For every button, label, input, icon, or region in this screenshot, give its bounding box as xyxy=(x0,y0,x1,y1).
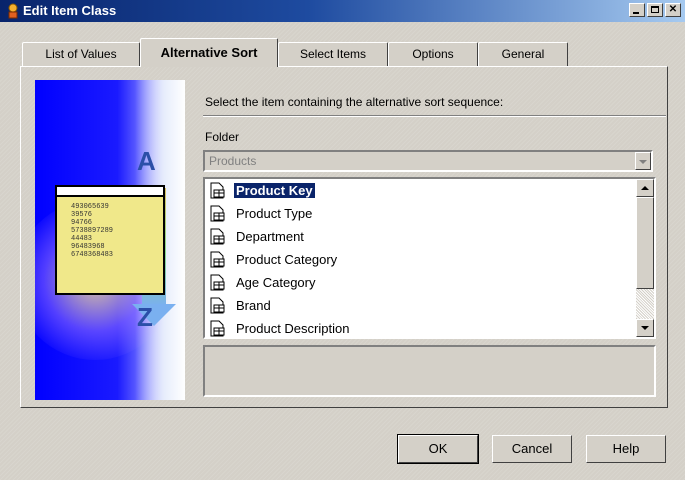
chevron-down-icon xyxy=(639,160,647,164)
tab-general[interactable]: General xyxy=(478,42,568,66)
card-numbers: 493065639 39576 94766 5738897289 44483 9… xyxy=(71,203,113,259)
data-card-icon: 493065639 39576 94766 5738897289 44483 9… xyxy=(55,185,165,295)
card-line: 493065639 xyxy=(71,203,109,211)
list-item[interactable]: Department xyxy=(205,225,636,248)
scroll-up-button[interactable] xyxy=(636,179,654,197)
cancel-button[interactable]: Cancel xyxy=(492,435,572,463)
instruction-text: Select the item containing the alternati… xyxy=(205,95,504,109)
list-item-label: Age Category xyxy=(236,275,316,290)
arrow-down-icon xyxy=(641,326,649,330)
item-list-content: Product Key Product Type Department Product… xyxy=(205,179,636,337)
title-bar[interactable]: Edit Item Class ✕ xyxy=(0,0,685,22)
minimize-icon xyxy=(633,12,639,14)
folder-label: Folder xyxy=(205,130,239,144)
letter-z: Z xyxy=(137,302,153,332)
list-item[interactable]: Product Description xyxy=(205,317,636,337)
cancel-label: Cancel xyxy=(511,441,553,456)
close-icon: ✕ xyxy=(668,4,678,15)
item-class-icon xyxy=(8,3,18,19)
list-scrollbar[interactable] xyxy=(636,179,654,337)
scroll-thumb[interactable] xyxy=(636,197,654,289)
card-header xyxy=(57,187,163,197)
list-item[interactable]: Product Category xyxy=(205,248,636,271)
item-icon xyxy=(210,228,225,245)
card-line: 39576 xyxy=(71,211,93,219)
tab-label: Alternative Sort xyxy=(160,45,258,60)
edit-item-class-dialog: Edit Item Class ✕ List of Values Alterna… xyxy=(0,0,685,480)
item-icon xyxy=(210,251,225,268)
tab-label: Select Items xyxy=(299,47,367,61)
list-item-label: Product Description xyxy=(236,321,350,336)
letter-a: A xyxy=(137,146,156,176)
tab-options[interactable]: Options xyxy=(388,42,478,66)
maximize-icon xyxy=(651,6,659,13)
scroll-down-button[interactable] xyxy=(636,319,654,337)
item-description-box xyxy=(203,345,656,397)
item-icon xyxy=(210,297,225,314)
ok-label: OK xyxy=(428,441,448,456)
close-button[interactable]: ✕ xyxy=(665,3,681,17)
list-item[interactable]: Product Key xyxy=(205,179,636,202)
tab-list-of-values[interactable]: List of Values xyxy=(22,42,140,66)
item-icon xyxy=(210,320,225,337)
tab-label: List of Values xyxy=(45,47,117,61)
item-icon xyxy=(210,274,225,291)
maximize-button[interactable] xyxy=(647,3,663,17)
tab-alternative-sort[interactable]: Alternative Sort xyxy=(140,38,278,67)
separator xyxy=(203,115,666,117)
list-item-label: Department xyxy=(236,229,304,244)
card-line: 94766 xyxy=(71,219,93,227)
window-title: Edit Item Class xyxy=(23,3,117,18)
item-icon xyxy=(210,205,225,222)
card-line: 96483968 xyxy=(71,243,105,251)
folder-value: Products xyxy=(209,154,257,168)
list-item[interactable]: Product Type xyxy=(205,202,636,225)
ok-button[interactable]: OK xyxy=(397,434,479,464)
list-item-label: Product Key xyxy=(233,182,316,199)
help-label: Help xyxy=(612,441,640,456)
card-line: 5738897289 xyxy=(71,227,114,235)
list-item-label: Product Category xyxy=(236,252,338,267)
item-list[interactable]: Product Key Product Type Department Product… xyxy=(203,177,656,339)
help-button[interactable]: Help xyxy=(586,435,666,463)
list-item-label: Product Type xyxy=(236,206,313,221)
minimize-button[interactable] xyxy=(629,3,645,17)
sort-illustration: 493065639 39576 94766 5738897289 44483 9… xyxy=(35,80,185,400)
folder-label-text: Folder xyxy=(205,130,240,144)
list-item[interactable]: Brand xyxy=(205,294,636,317)
list-item[interactable]: Age Category xyxy=(205,271,636,294)
card-line: 6748368483 xyxy=(71,251,114,259)
list-item-label: Brand xyxy=(236,298,271,313)
folder-dropdown-button[interactable] xyxy=(635,152,651,170)
tab-select-items[interactable]: Select Items xyxy=(278,42,388,66)
tab-label: General xyxy=(501,47,545,61)
tab-label: Options xyxy=(412,47,454,61)
arrow-up-icon xyxy=(641,186,649,190)
card-line: 44483 xyxy=(71,235,93,243)
folder-dropdown[interactable]: Products xyxy=(203,150,653,172)
item-icon xyxy=(210,182,225,199)
